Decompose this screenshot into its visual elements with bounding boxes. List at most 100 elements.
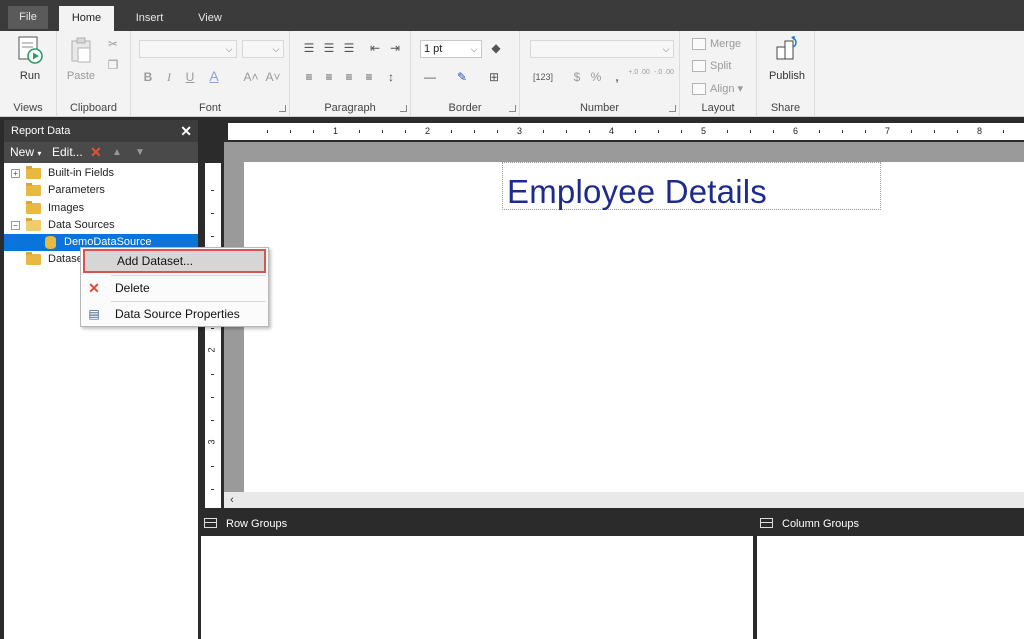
align-center-icon[interactable]: ≡ [320,68,338,86]
new-button[interactable]: New ▾ [10,142,41,164]
border-width-value: 1 pt [424,43,443,55]
currency-button[interactable]: $ [568,68,586,86]
menu-item-data-source-properties[interactable]: ▤ Data Source Properties [83,302,266,326]
edit-button[interactable]: Edit... [52,142,83,163]
ruler-number: 8 [977,126,983,136]
border-dialog-launcher[interactable] [509,105,516,112]
paste-button[interactable]: Paste [63,35,99,82]
ruler-tick [911,130,912,133]
report-title: Employee Details [507,173,767,210]
tree-item-data-sources[interactable]: − Data Sources [11,217,115,234]
font-color-button[interactable]: A [205,67,223,85]
tab-file[interactable]: File [8,6,48,29]
tab-insert[interactable]: Insert [122,6,177,31]
comma-button[interactable]: , [608,68,626,86]
border-color-icon[interactable]: ✎ [453,68,471,86]
folder-icon [26,165,41,179]
tree-item-datasets[interactable]: Datase [26,251,83,268]
italic-button[interactable]: I [160,68,178,86]
align-left-icon[interactable]: ≡ [300,68,318,86]
report-data-toolbar: New ▾ Edit... ✕ ▲ ▼ [4,142,198,163]
move-up-icon[interactable]: ▲ [112,142,122,163]
align-top-icon[interactable]: ☰ [300,39,318,57]
group-layout: Merge Split Align ▾ Layout [680,31,757,117]
group-views: Run Views [0,31,57,117]
ruler-number: 3 [206,439,217,445]
tree-item-parameters[interactable]: Parameters [26,182,105,199]
expand-icon[interactable]: + [11,168,20,178]
border-width-combo[interactable]: 1 pt ⌵ [420,40,482,58]
move-down-icon[interactable]: ▼ [135,142,145,163]
percent-button[interactable]: % [587,68,605,86]
bold-button[interactable]: B [139,68,157,86]
ribbon: Run Views Paste ✂ ❐ Clipboard ⌵ ⌵ B I U … [0,31,1024,117]
ruler-tick [211,236,214,237]
number-format-combo[interactable]: ⌵ [530,40,674,58]
ruler-number: 3 [517,126,523,136]
run-icon [18,36,43,64]
menu-item-label: Data Source Properties [115,307,240,321]
group-label-layout: Layout [701,102,735,114]
tab-home[interactable]: Home [59,6,114,31]
folder-icon [26,182,41,196]
chevron-down-icon: ⌵ [272,44,280,54]
ruler-tick [359,130,360,133]
chevron-down-icon: ⌵ [662,44,670,54]
placeholder-format-button[interactable]: [123] [530,68,556,86]
align-right-icon[interactable]: ≡ [340,68,358,86]
publish-button[interactable]: Publish [768,35,806,82]
increase-indent-icon[interactable]: ⇥ [386,39,404,57]
copy-icon[interactable]: ❐ [104,56,122,74]
ruler-number: 4 [609,126,615,136]
row-groups-pane[interactable] [201,536,753,639]
canvas-frame: Employee Details [224,142,1024,492]
close-icon[interactable]: ✕ [180,120,192,142]
decrease-indent-icon[interactable]: ⇤ [366,39,384,57]
font-family-combo[interactable]: ⌵ [139,40,237,58]
column-groups-pane[interactable] [757,536,1024,639]
number-dialog-launcher[interactable] [669,105,676,112]
ruler-number: 6 [793,126,799,136]
tree-item-built-in-fields[interactable]: + Built-in Fields [11,165,114,182]
horizontal-scrollbar[interactable]: ‹ [224,492,1024,508]
align-button[interactable]: Align ▾ [692,80,743,98]
report-title-textbox[interactable]: Employee Details [502,162,881,210]
grow-font-icon[interactable]: A˄ [242,68,260,86]
run-button[interactable]: Run [12,35,48,82]
properties-icon: ▤ [88,307,100,321]
fill-color-icon[interactable]: ◆ [487,39,505,57]
decrease-decimal-button[interactable]: -.0 .00 [653,68,675,86]
cut-icon[interactable]: ✂ [104,35,122,53]
justify-icon[interactable]: ≡ [360,68,378,86]
underline-button[interactable]: U [181,68,199,86]
menu-item-add-dataset[interactable]: Add Dataset... [83,249,266,273]
report-body[interactable]: Employee Details [244,162,1024,492]
run-label: Run [19,70,41,82]
merge-button[interactable]: Merge [692,35,741,53]
font-size-combo[interactable]: ⌵ [242,40,284,58]
tab-view[interactable]: View [184,6,236,31]
collapse-icon[interactable]: − [11,220,20,230]
ruler-tick [211,213,214,214]
tree-item-images[interactable]: Images [26,200,84,217]
split-button[interactable]: Split [692,57,731,75]
table-icon [204,518,217,529]
borders-icon[interactable]: ⊞ [485,68,503,86]
ruler-tick [727,130,728,133]
delete-icon[interactable]: ✕ [90,142,102,163]
group-share: Publish Share [757,31,815,117]
chevron-left-icon[interactable]: ‹ [224,492,240,508]
border-style-icon[interactable]: — [421,68,439,86]
delete-icon: ✕ [88,280,100,296]
horizontal-ruler: 1 2 3 4 5 6 7 8 [228,123,1024,140]
font-dialog-launcher[interactable] [279,105,286,112]
paste-icon [71,37,91,63]
menu-item-delete[interactable]: ✕ Delete [83,276,266,300]
database-icon [45,235,56,249]
increase-decimal-button[interactable]: +.0 .00 [628,68,650,86]
shrink-font-icon[interactable]: A˅ [264,68,282,86]
line-spacing-icon[interactable]: ↕ [382,68,400,86]
align-bottom-icon[interactable]: ☰ [340,39,358,57]
align-middle-icon[interactable]: ☰ [320,39,338,57]
paragraph-dialog-launcher[interactable] [400,105,407,112]
